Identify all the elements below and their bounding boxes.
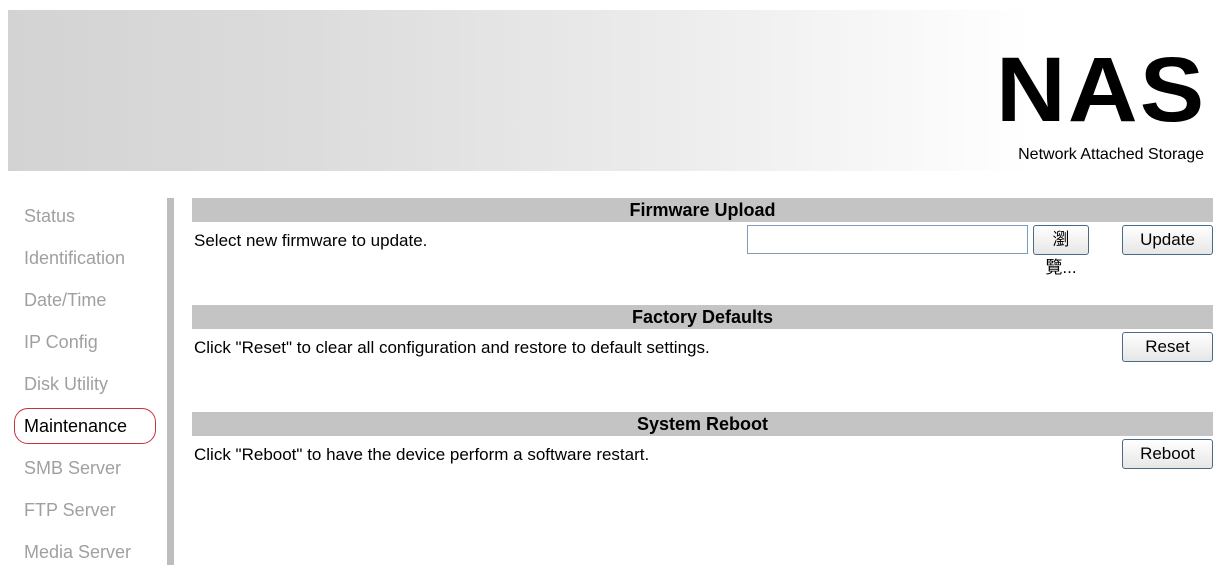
firmware-file-input[interactable] (747, 225, 1028, 254)
browse-button[interactable]: 瀏覽... (1033, 225, 1089, 277)
factory-defaults-description: Click "Reset" to clear all configuration… (194, 338, 710, 357)
factory-defaults-section: Factory Defaults Click "Reset" to clear … (192, 305, 1213, 365)
system-reboot-row: Click "Reboot" to have the device perfor… (192, 436, 1213, 472)
system-reboot-section: System Reboot Click "Reboot" to have the… (192, 412, 1213, 472)
sidebar-item-date-time[interactable]: Date/Time (14, 282, 156, 318)
sidebar-item-identification[interactable]: Identification (14, 240, 156, 276)
logo-subtitle: Network Attached Storage (1018, 146, 1204, 163)
system-reboot-header: System Reboot (192, 412, 1213, 436)
sidebar-item-media-server[interactable]: Media Server (14, 534, 156, 565)
sidebar-item-ip-config[interactable]: IP Config (14, 324, 156, 360)
firmware-upload-description: Select new firmware to update. (194, 231, 428, 250)
sidebar-item-maintenance[interactable]: Maintenance (14, 408, 156, 444)
firmware-upload-header: Firmware Upload (192, 198, 1213, 222)
sidebar-item-ftp-server[interactable]: FTP Server (14, 492, 156, 528)
factory-defaults-row: Click "Reset" to clear all configuration… (192, 329, 1213, 365)
sidebar-nav: Status Identification Date/Time IP Confi… (14, 198, 164, 565)
sidebar-item-smb-server[interactable]: SMB Server (14, 450, 156, 486)
update-button[interactable]: Update (1122, 225, 1213, 255)
firmware-upload-row: Select new firmware to update. 瀏覽... Upd… (192, 222, 1213, 277)
nas-logo: NAS (995, 39, 1206, 141)
sidebar-item-disk-utility[interactable]: Disk Utility (14, 366, 156, 402)
sidebar-item-status[interactable]: Status (14, 198, 156, 234)
reset-button[interactable]: Reset (1122, 332, 1213, 362)
header-banner: NAS Network Attached Storage (8, 10, 1213, 171)
factory-defaults-header: Factory Defaults (192, 305, 1213, 329)
reboot-button[interactable]: Reboot (1122, 439, 1213, 469)
system-reboot-description: Click "Reboot" to have the device perfor… (194, 445, 650, 464)
nas-admin-page: NAS Network Attached Storage Status Iden… (0, 0, 1213, 565)
firmware-upload-section: Firmware Upload Select new firmware to u… (192, 198, 1213, 277)
sidebar-divider (167, 198, 174, 565)
